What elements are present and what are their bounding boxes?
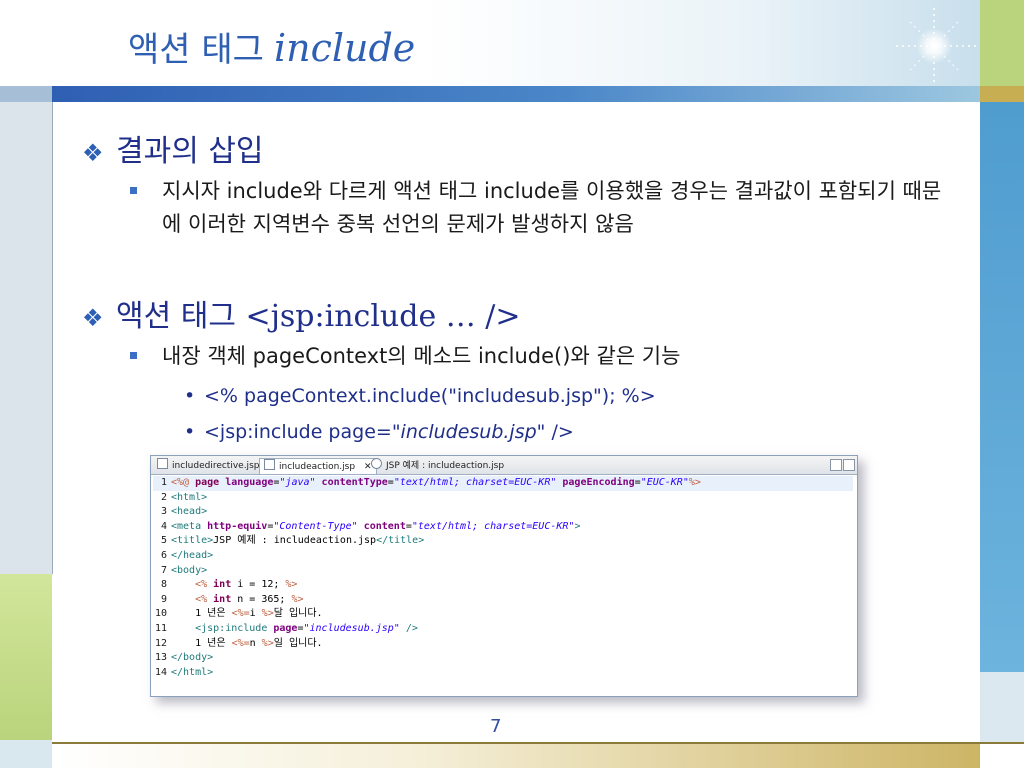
code-line: 8 <% int i = 12; %> bbox=[160, 579, 298, 591]
bullet-item-2: • <jsp:include page="includesub.jsp" /> bbox=[184, 421, 574, 443]
frame-left-green bbox=[0, 574, 52, 740]
code-line: 5 <title>JSP 예제 : includeaction.jsp</titl… bbox=[160, 535, 425, 547]
slide-title-korean: 액션 태그 bbox=[128, 30, 264, 70]
frame-right-top bbox=[980, 0, 1024, 86]
frame-left-band bbox=[0, 86, 52, 102]
tab-jsp-preview[interactable]: JSP 예제 : includeaction.jsp bbox=[367, 458, 508, 473]
tab-includedirective[interactable]: includedirective.jsp bbox=[153, 458, 263, 473]
bullet-sub-1-text: 지시자 include와 다르게 액션 태그 include를 이용했을 경우는… bbox=[162, 179, 942, 236]
slide-title: 액션 태그 include bbox=[128, 22, 415, 71]
code-line: 7 <body> bbox=[160, 564, 208, 576]
diamond-bullet-icon: ❖ bbox=[82, 304, 104, 332]
code-line: 11 <jsp:include page="includesub.jsp" /> bbox=[154, 622, 418, 634]
tab-includeaction[interactable]: includeaction.jsp ✕ bbox=[259, 458, 377, 474]
bullet-heading-1-text: 결과의 삽입 bbox=[116, 134, 264, 169]
file-icon bbox=[264, 459, 275, 470]
bullet-heading-2-text: 액션 태그 <jsp:include … /> bbox=[116, 299, 521, 334]
frame-right-pale bbox=[980, 672, 1024, 742]
bullet-heading-2: ❖ 액션 태그 <jsp:include … /> bbox=[82, 291, 521, 335]
bullet-item-2-end: /> bbox=[545, 421, 574, 443]
bullet-item-1: • <% pageContext.include("includesub.jsp"… bbox=[184, 385, 656, 407]
frame-left-mid bbox=[0, 102, 53, 574]
square-bullet-icon bbox=[130, 187, 137, 194]
globe-icon bbox=[371, 458, 382, 469]
sparkle-icon bbox=[896, 8, 976, 84]
bottom-bar bbox=[52, 742, 980, 768]
bullet-sub-2-text: 내장 객체 pageContext의 메소드 include()와 같은 기능 bbox=[162, 344, 681, 368]
frame-right-blue bbox=[980, 102, 1024, 672]
bottom-divider bbox=[52, 742, 980, 744]
diamond-bullet-icon: ❖ bbox=[82, 139, 104, 167]
code-line: 6 </head> bbox=[160, 549, 214, 561]
frame-right-bottom bbox=[980, 742, 1024, 770]
title-band bbox=[52, 86, 980, 102]
editor-screenshot: includedirective.jsp includeaction.jsp ✕… bbox=[150, 455, 858, 697]
frame-left-bottom bbox=[0, 740, 52, 768]
code-line: 9 <% int n = 365; %> bbox=[160, 593, 304, 605]
code-line: 12 1 년은 <%=n %>일 입니다. bbox=[154, 637, 323, 649]
frame-right-gold bbox=[980, 86, 1024, 102]
file-icon bbox=[157, 458, 168, 469]
editor-tab-bar: includedirective.jsp includeaction.jsp ✕… bbox=[151, 456, 857, 475]
bullet-item-2-text: <jsp:include page= bbox=[204, 421, 392, 443]
code-line: 14 </html> bbox=[154, 666, 214, 678]
minimize-icon[interactable] bbox=[830, 459, 842, 471]
code-line: 13 </body> bbox=[154, 652, 214, 664]
bullet-sub-1: 지시자 include와 다르게 액션 태그 include를 이용했을 경우는… bbox=[130, 175, 952, 241]
bullet-heading-1: ❖ 결과의 삽입 bbox=[82, 126, 264, 170]
page-number: 7 bbox=[490, 716, 502, 737]
slide-title-latin: include bbox=[273, 26, 416, 70]
bullet-item-2-value: "includesub.jsp" bbox=[391, 421, 546, 443]
frame-left-top bbox=[0, 0, 53, 86]
code-line: 3 <head> bbox=[160, 506, 208, 518]
bullet-item-1-text: <% pageContext.include("includesub.jsp")… bbox=[204, 385, 656, 407]
dot-bullet-icon: • bbox=[184, 421, 196, 443]
code-line: 2 <html> bbox=[160, 491, 208, 503]
code-editor[interactable]: 1 <%@ page language="java" contentType="t… bbox=[153, 476, 853, 680]
maximize-icon[interactable] bbox=[843, 459, 855, 471]
dot-bullet-icon: • bbox=[184, 385, 196, 407]
code-line: 10 1 년은 <%=i %>달 입니다. bbox=[154, 608, 323, 620]
square-bullet-icon bbox=[130, 352, 137, 359]
code-line: 4 <meta http-equiv="Content-Type" content… bbox=[160, 520, 581, 532]
code-line: 1 <%@ page language="java" contentType="t… bbox=[153, 476, 853, 491]
bullet-sub-2: 내장 객체 pageContext의 메소드 include()와 같은 기능 bbox=[130, 340, 952, 373]
